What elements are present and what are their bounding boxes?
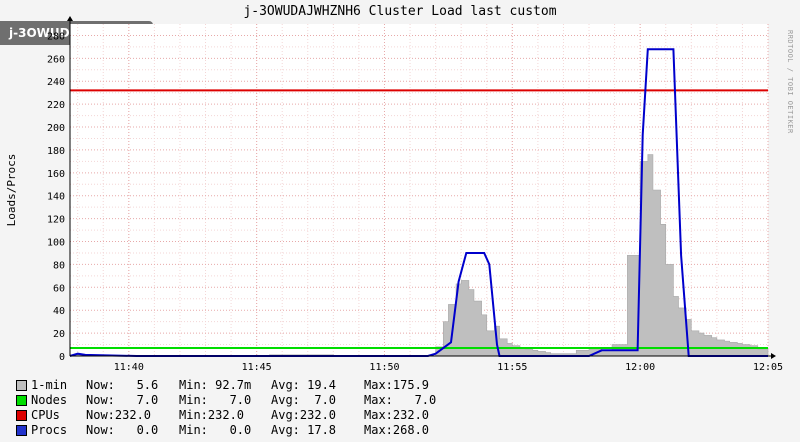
legend-swatch [16, 380, 27, 391]
y-axis-label: Loads/Procs [5, 154, 18, 227]
legend-now: Now: 5.6 [86, 378, 159, 392]
y-tick-label: 60 [53, 283, 65, 294]
y-tick-label: 120 [47, 215, 65, 226]
legend-swatch [16, 395, 27, 406]
x-tick-label: 11:55 [497, 362, 527, 373]
legend-avg: Avg:232.0 [271, 408, 337, 422]
legend-max: Max:175.9 [364, 378, 430, 392]
y-tick-label: 0 [59, 352, 65, 363]
legend-max: Max:232.0 [364, 408, 430, 422]
legend-avg: Avg: 7.0 [271, 393, 337, 407]
x-tick-label: 12:05 [753, 362, 783, 373]
y-tick-label: 220 [47, 100, 65, 111]
legend-max: Max: 7.0 [364, 393, 437, 407]
legend-now: Now:232.0 [86, 408, 152, 422]
legend-name: CPUs [31, 408, 60, 422]
y-tick-label: 200 [47, 123, 65, 134]
y-tick-label: 240 [47, 77, 65, 88]
x-tick-label: 11:40 [114, 362, 144, 373]
legend-min: Min: 92.7m [179, 378, 252, 392]
y-tick-label: 180 [47, 146, 65, 157]
x-tick-label: 11:45 [242, 362, 272, 373]
legend-now: Now: 0.0 [86, 423, 159, 437]
legend-min: Min:232.0 [179, 408, 245, 422]
legend-avg: Avg: 19.4 [271, 378, 337, 392]
y-tick-label: 280 [47, 31, 65, 42]
y-tick-label: 80 [53, 260, 65, 271]
legend-min: Min: 0.0 [179, 423, 252, 437]
legend-name: 1-min [31, 378, 68, 392]
y-tick-label: 40 [53, 306, 65, 317]
load-chart: 0 20 40 60 80 100 120 140 160 180 200 220 240 260 280 1… [5, 16, 783, 373]
legend-swatch [16, 425, 27, 436]
legend-min: Min: 7.0 [179, 393, 252, 407]
legend-now: Now: 7.0 [86, 393, 159, 407]
y-tick-label: 100 [47, 238, 65, 249]
y-tick-label: 140 [47, 192, 65, 203]
legend-swatch [16, 410, 27, 421]
y-tick-label: 20 [53, 329, 65, 340]
legend-max: Max:268.0 [364, 423, 430, 437]
y-axis-arrow [67, 16, 73, 21]
legend-name: Procs [31, 423, 68, 437]
legend-name: Nodes [31, 393, 68, 407]
x-tick-label: 11:50 [369, 362, 399, 373]
y-tick-label: 160 [47, 169, 65, 180]
legend-avg: Avg: 17.8 [271, 423, 337, 437]
y-tick-label: 260 [47, 54, 65, 65]
x-tick-label: 12:00 [625, 362, 655, 373]
x-axis-arrow [771, 353, 776, 359]
